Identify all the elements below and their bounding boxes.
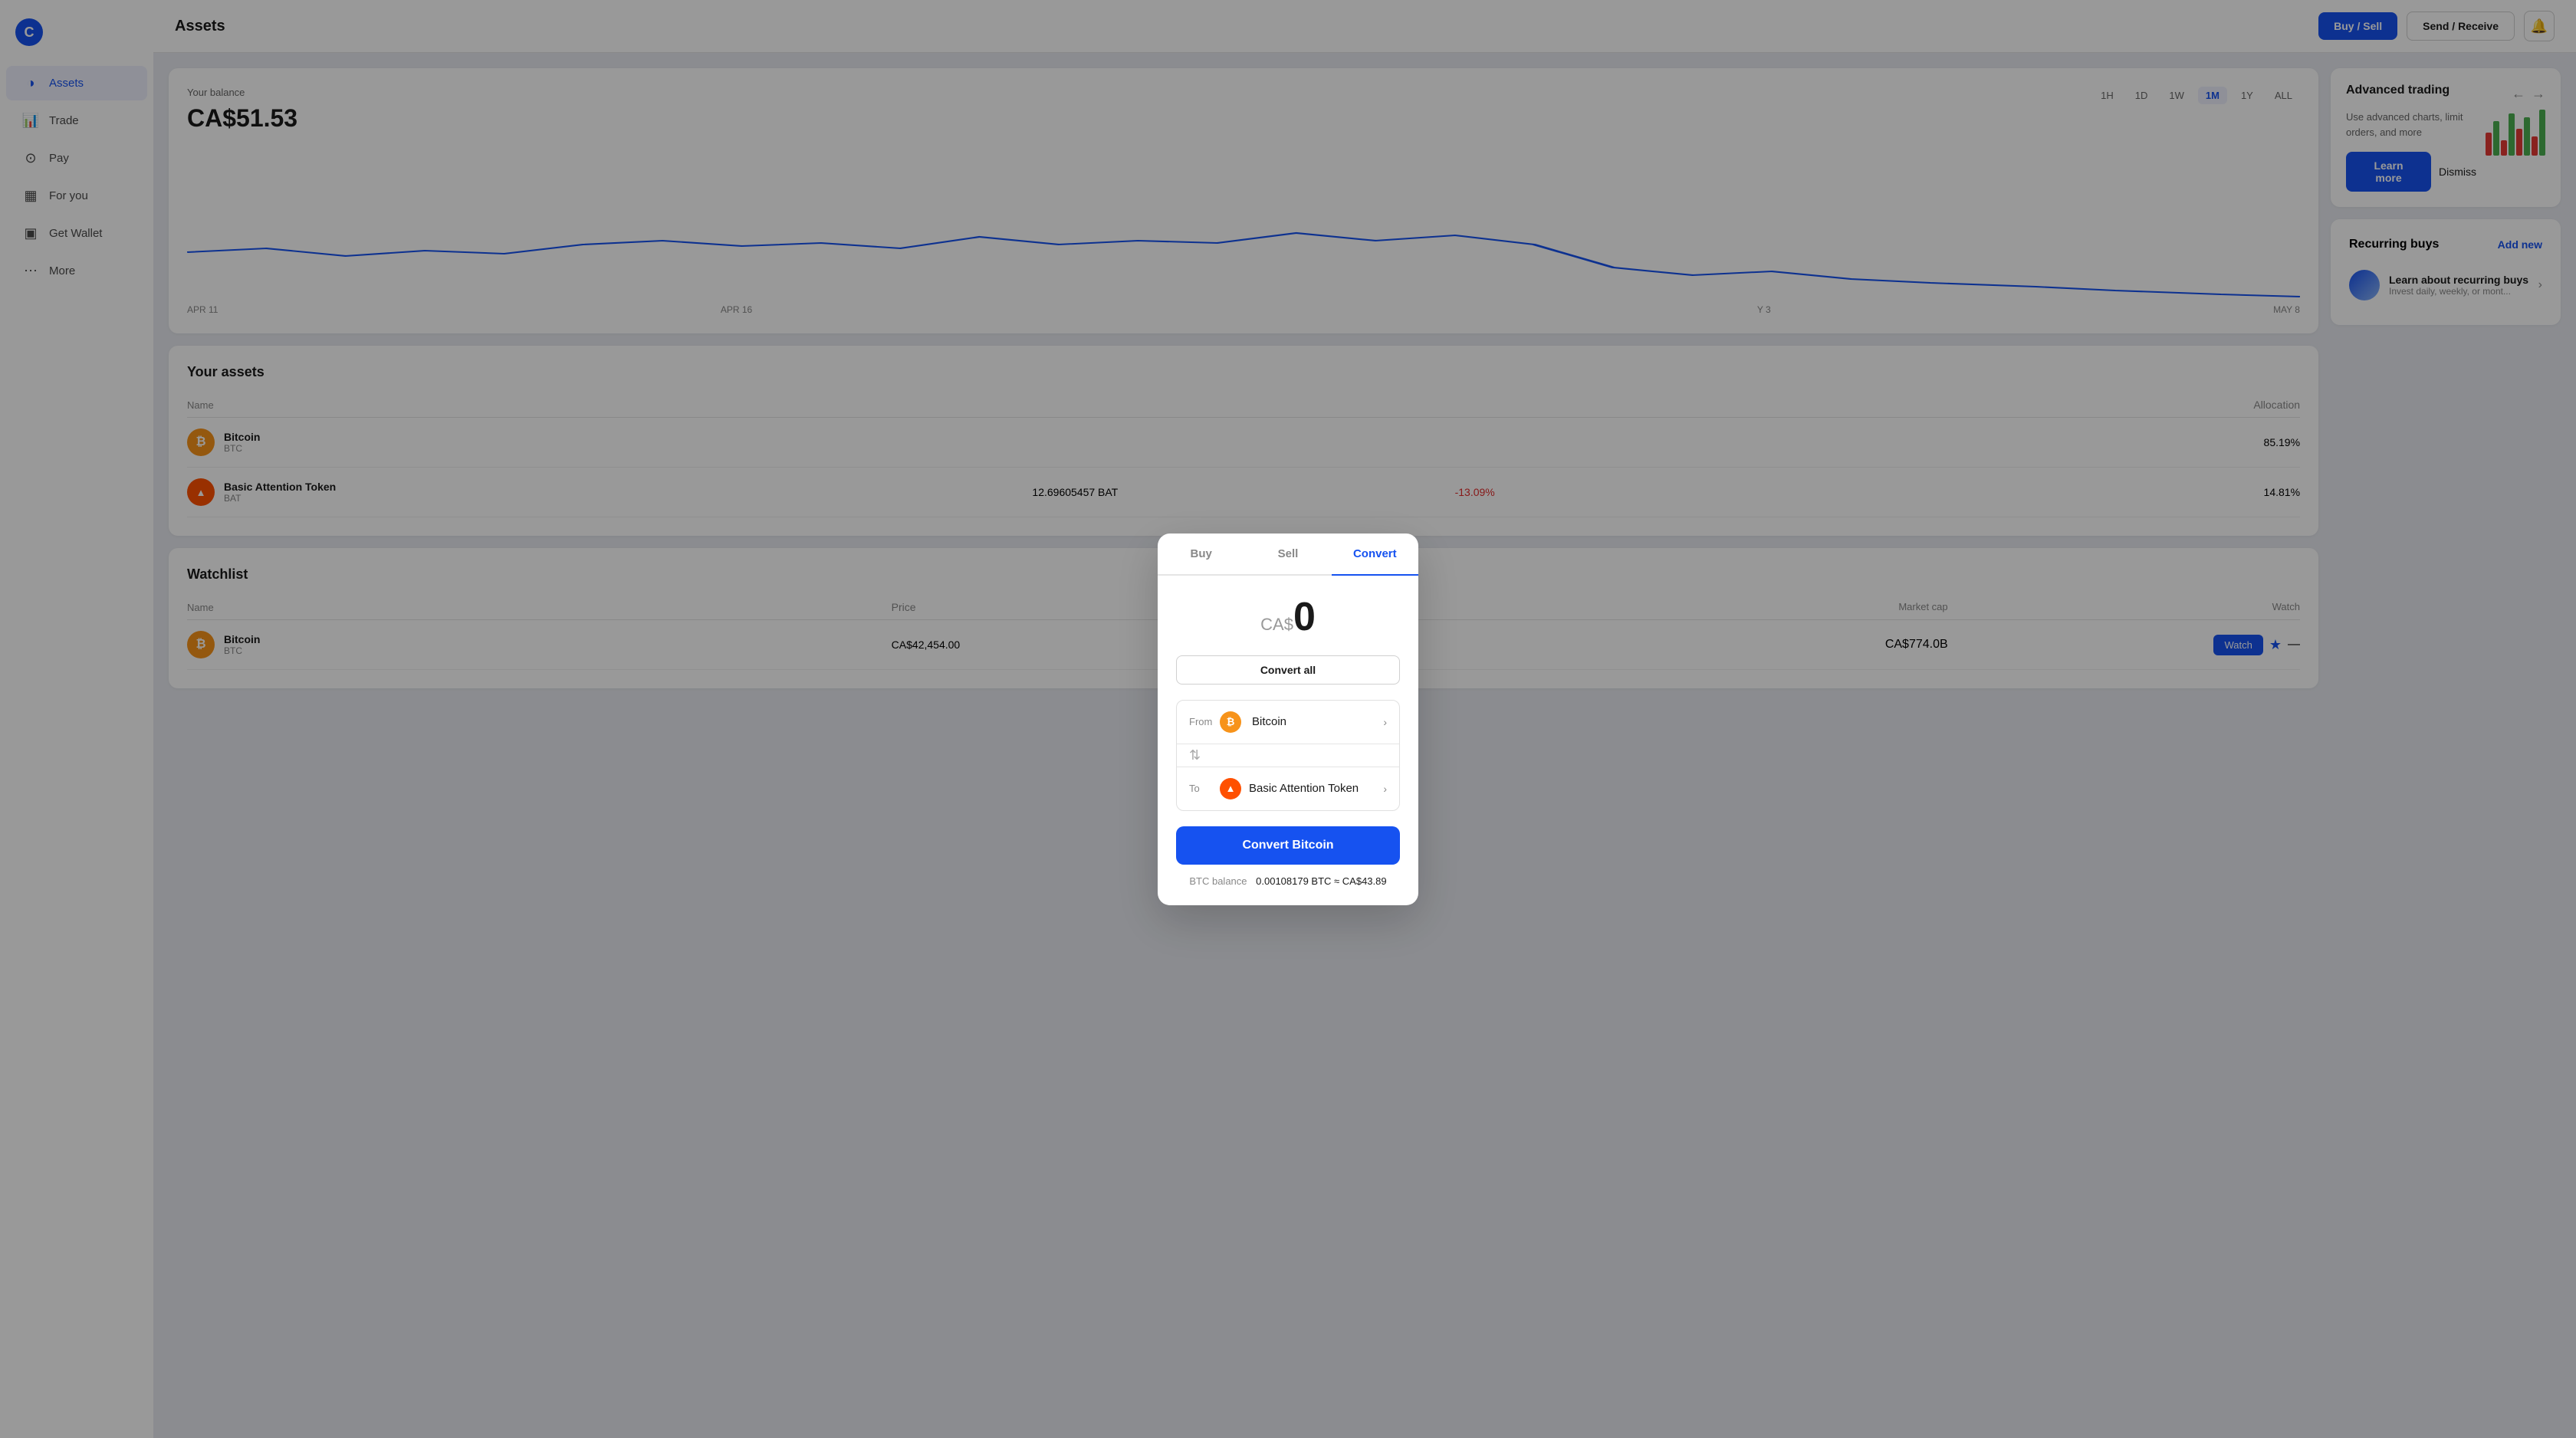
to-currency-icon: ▲ (1220, 778, 1241, 799)
from-label: From (1189, 716, 1220, 727)
balance-value: 0.00108179 BTC ≈ CA$43.89 (1256, 875, 1386, 887)
from-chevron-icon: › (1383, 716, 1387, 728)
from-currency-name: Bitcoin (1252, 715, 1383, 728)
to-chevron-icon: › (1383, 783, 1387, 795)
to-selector[interactable]: To ▲ Basic Attention Token › (1177, 767, 1399, 810)
modal-body: CA$0 Convert all From ₿ Bitcoin › ⇅ To ▲… (1158, 576, 1418, 905)
swap-arrows: ⇅ (1177, 744, 1399, 767)
tab-buy[interactable]: Buy (1158, 534, 1244, 574)
tab-sell[interactable]: Sell (1244, 534, 1331, 574)
convert-modal: Buy Sell Convert CA$0 Convert all From ₿… (1158, 534, 1418, 905)
balance-info: BTC balance 0.00108179 BTC ≈ CA$43.89 (1176, 875, 1400, 887)
tab-convert[interactable]: Convert (1332, 534, 1418, 576)
modal-overlay[interactable]: Buy Sell Convert CA$0 Convert all From ₿… (0, 0, 2576, 1438)
from-currency-icon: ₿ (1220, 711, 1241, 733)
amount-currency-label: CA$ (1260, 615, 1293, 634)
from-selector[interactable]: From ₿ Bitcoin › (1177, 701, 1399, 744)
to-currency-name: Basic Attention Token (1249, 782, 1383, 795)
from-to-selector: From ₿ Bitcoin › ⇅ To ▲ Basic Attention … (1176, 700, 1400, 811)
modal-amount-display: CA$0 (1176, 594, 1400, 640)
convert-all-button[interactable]: Convert all (1176, 655, 1400, 685)
amount-value: 0 (1293, 595, 1316, 639)
modal-tabs: Buy Sell Convert (1158, 534, 1418, 576)
to-label: To (1189, 783, 1220, 794)
convert-bitcoin-button[interactable]: Convert Bitcoin (1176, 826, 1400, 865)
balance-label: BTC balance (1189, 875, 1247, 887)
